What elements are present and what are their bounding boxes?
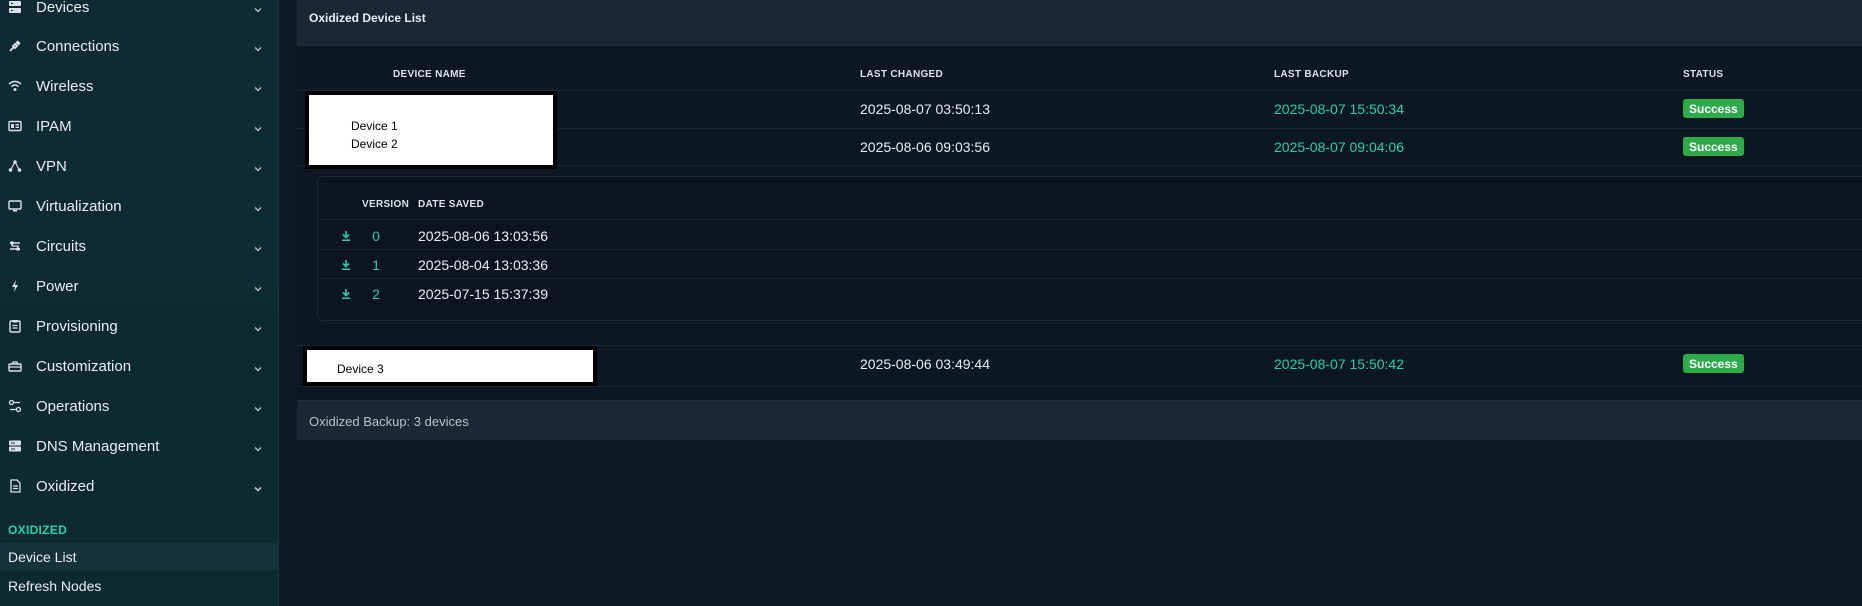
last-backup-cell: 2025-08-07 15:50:34 xyxy=(1274,101,1404,117)
versions-panel: VERSION DATE SAVED 0 2025-08-06 13:03:56… xyxy=(317,176,1862,321)
last-backup-cell: 2025-08-07 15:50:42 xyxy=(1274,356,1404,372)
card-title: Oxidized Device List xyxy=(309,11,426,25)
operations-icon xyxy=(8,399,22,413)
server-icon xyxy=(8,0,22,14)
sidebar-item-vpn[interactable]: VPN xyxy=(0,146,279,186)
chevron-down-icon xyxy=(253,281,263,292)
device-count: Oxidized Backup: 3 devices xyxy=(309,414,469,429)
redacted-device-names: Device 1 Device 2 xyxy=(305,91,557,169)
device-name-cell[interactable]: Device 1 xyxy=(351,119,398,133)
sidebar-item-provisioning[interactable]: Provisioning xyxy=(0,306,279,346)
sidebar-item-label: Devices xyxy=(36,0,90,16)
sidebar-item-ipam[interactable]: IPAM xyxy=(0,106,279,146)
monitor-icon xyxy=(8,199,22,213)
version-number[interactable]: 1 xyxy=(366,257,386,273)
column-header-date-saved: DATE SAVED xyxy=(418,199,484,210)
sidebar-item-label: Customization xyxy=(36,357,132,375)
sidebar-section-header: OXIDIZED xyxy=(8,523,68,537)
status-badge: Success xyxy=(1683,354,1744,373)
sidebar-subitem-label: Refresh Nodes xyxy=(8,577,102,594)
sidebar-item-dns-management[interactable]: DNS Management xyxy=(0,426,279,466)
chevron-down-icon xyxy=(253,81,263,92)
vpn-icon xyxy=(8,159,22,173)
chevron-down-icon xyxy=(253,161,263,172)
bolt-icon xyxy=(8,279,22,293)
wifi-icon xyxy=(8,79,22,93)
date-saved: 2025-08-04 13:03:36 xyxy=(418,257,548,273)
sidebar-item-wireless[interactable]: Wireless xyxy=(0,66,279,106)
chevron-down-icon xyxy=(253,361,263,372)
chevron-down-icon xyxy=(253,441,263,452)
device-list-card: Oxidized Device List DEVICE NAME LAST CH… xyxy=(297,0,1862,440)
download-icon[interactable] xyxy=(340,287,352,299)
sidebar-item-label: Provisioning xyxy=(36,317,118,335)
chevron-down-icon xyxy=(253,241,263,252)
sidebar-subitem-device-list[interactable]: Device List xyxy=(0,543,279,570)
sidebar-item-operations[interactable]: Operations xyxy=(0,386,279,426)
sidebar-item-power[interactable]: Power xyxy=(0,266,279,306)
sidebar-item-label: Operations xyxy=(36,397,110,415)
sidebar-item-label: Virtualization xyxy=(36,197,122,215)
sidebar: Devices Connections Wireless IPAM VPN Vi… xyxy=(0,0,279,606)
device-name-cell[interactable]: Device 2 xyxy=(351,137,398,151)
dns-icon xyxy=(8,439,22,453)
sidebar-item-virtualization[interactable]: Virtualization xyxy=(0,186,279,226)
sidebar-item-label: IPAM xyxy=(36,117,72,135)
download-icon[interactable] xyxy=(340,258,352,270)
chevron-down-icon xyxy=(253,2,263,13)
divider xyxy=(318,278,1862,279)
card-footer: Oxidized Backup: 3 devices xyxy=(297,400,1862,440)
card-header: Oxidized Device List xyxy=(297,0,1862,46)
clipboard-icon xyxy=(8,319,22,333)
sidebar-subitem-refresh-nodes[interactable]: Refresh Nodes xyxy=(0,572,279,599)
sidebar-item-label: Oxidized xyxy=(36,477,95,495)
column-header-device-name[interactable]: DEVICE NAME xyxy=(393,69,466,80)
sidebar-item-customization[interactable]: Customization xyxy=(0,346,279,386)
last-changed-cell: 2025-08-07 03:50:13 xyxy=(860,101,990,117)
date-saved: 2025-08-06 13:03:56 xyxy=(418,228,548,244)
ipam-icon xyxy=(8,119,22,133)
divider xyxy=(318,219,1862,220)
last-changed-cell: 2025-08-06 09:03:56 xyxy=(860,139,990,155)
chevron-down-icon xyxy=(253,321,263,332)
version-number[interactable]: 0 xyxy=(366,228,386,244)
chevron-down-icon xyxy=(253,401,263,412)
column-header-version: VERSION xyxy=(362,199,410,210)
column-header-last-changed[interactable]: LAST CHANGED xyxy=(860,69,943,80)
sidebar-item-oxidized[interactable]: Oxidized xyxy=(0,466,279,506)
last-changed-cell: 2025-08-06 03:49:44 xyxy=(860,356,990,372)
toolbox-icon xyxy=(8,359,22,373)
chevron-down-icon xyxy=(253,481,263,492)
column-header-status[interactable]: STATUS xyxy=(1683,69,1723,80)
divider xyxy=(297,386,1862,387)
last-backup-cell: 2025-08-07 09:04:06 xyxy=(1274,139,1404,155)
sidebar-item-devices[interactable]: Devices xyxy=(0,0,279,27)
status-badge: Success xyxy=(1683,137,1744,156)
plug-icon xyxy=(8,39,22,53)
sidebar-item-connections[interactable]: Connections xyxy=(0,26,279,66)
sidebar-item-label: Connections xyxy=(36,37,120,55)
divider xyxy=(318,249,1862,250)
device-name-cell[interactable]: Device 3 xyxy=(337,362,384,376)
chevron-down-icon xyxy=(253,121,263,132)
redacted-device-name: Device 3 xyxy=(303,346,597,386)
date-saved: 2025-07-15 15:37:39 xyxy=(418,286,548,302)
sidebar-subitem-label: Device List xyxy=(8,548,77,565)
chevron-down-icon xyxy=(253,201,263,212)
sidebar-item-circuits[interactable]: Circuits xyxy=(0,226,279,266)
column-header-last-backup[interactable]: LAST BACKUP xyxy=(1274,69,1349,80)
status-badge: Success xyxy=(1683,99,1744,118)
sidebar-item-label: Wireless xyxy=(36,77,94,95)
circuits-icon xyxy=(8,239,22,253)
file-icon xyxy=(8,479,22,493)
download-icon[interactable] xyxy=(340,229,352,241)
sidebar-item-label: Power xyxy=(36,277,79,295)
sidebar-item-label: Circuits xyxy=(36,237,87,255)
sidebar-item-label: DNS Management xyxy=(36,437,160,455)
chevron-down-icon xyxy=(253,41,263,52)
version-number[interactable]: 2 xyxy=(366,286,386,302)
sidebar-item-label: VPN xyxy=(36,157,67,175)
